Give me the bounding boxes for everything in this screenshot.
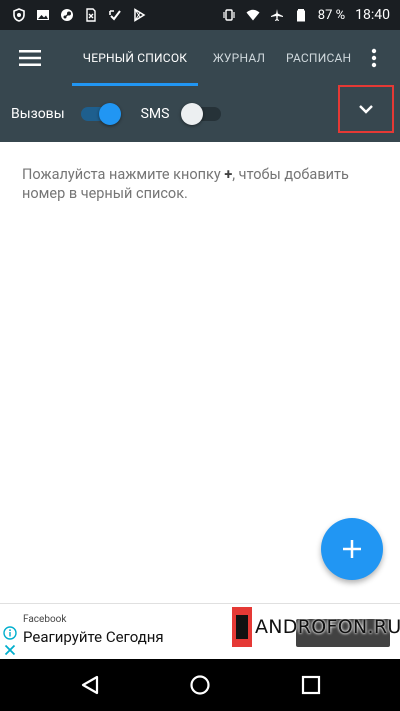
hamburger-menu-icon[interactable] [4,30,56,86]
tab-schedule[interactable]: РАСПИСАН [280,30,362,86]
plus-icon [343,540,361,558]
toolbar: ЧЕРНЫЙ СПИСОК ЖУРНАЛ РАСПИСАН [0,30,400,86]
status-bar: 87 % 18:40 [0,0,400,30]
calls-label: Вызовы [11,106,65,122]
more-vertical-icon[interactable] [362,46,386,70]
ad-advertiser: Facebook [23,614,67,625]
image-icon [36,8,50,22]
vibrate-icon [222,8,236,22]
airplane-icon [270,8,284,22]
sms-toggle[interactable] [181,103,222,125]
tab-bar: ЧЕРНЫЙ СПИСОК ЖУРНАЛ РАСПИСАН [72,30,362,86]
battery-percent: 87 % [317,7,346,23]
empty-state-message: Пожалуйста нажмите кнопку +, чтобы добав… [22,165,382,203]
app-bar: ЧЕРНЫЙ СПИСОК ЖУРНАЛ РАСПИСАН Вызовы SMS [0,30,400,142]
clock: 18:40 [355,7,390,23]
watermark-text: ANDROFON.RU [255,616,400,638]
file-x-icon [84,8,98,22]
add-number-button[interactable] [321,518,383,580]
back-icon[interactable] [76,671,104,699]
steam-icon [60,8,74,22]
calls-toggle[interactable] [80,103,121,125]
play-store-icon [132,8,146,22]
chevron-down-icon [359,105,373,114]
empty-text-before: Пожалуйста нажмите кнопку [22,166,225,183]
shield-icon [12,8,26,22]
tab-journal[interactable]: ЖУРНАЛ [198,30,280,86]
sms-label: SMS [140,106,170,122]
check-icon [108,8,122,22]
sms-toggle-knob [181,103,204,125]
navigation-bar [0,659,400,711]
filter-row: Вызовы SMS [0,85,400,142]
home-icon[interactable] [186,671,214,699]
ad-headline[interactable]: Реагируйте Сегодня [23,628,164,646]
watermark: ANDROFON.RU [232,607,400,647]
ad-close-icon[interactable] [4,641,16,660]
calls-toggle-knob [98,103,121,125]
watermark-logo-icon [232,607,252,647]
recents-icon[interactable] [297,671,325,699]
wifi-icon [246,8,260,22]
expand-filters-button[interactable] [338,85,394,133]
tab-blacklist[interactable]: ЧЕРНЫЙ СПИСОК [72,30,198,86]
battery-icon [294,8,308,22]
